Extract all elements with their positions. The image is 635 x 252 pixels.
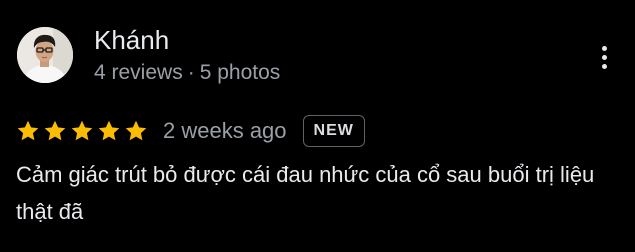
review-count: 4 reviews	[94, 61, 183, 84]
star-icon	[124, 119, 148, 143]
avatar[interactable]	[17, 27, 73, 83]
review-date: 2 weeks ago	[163, 118, 287, 143]
rating-row: 2 weeks ago NEW	[16, 114, 365, 148]
review-card: Khánh 4 reviews · 5 photos 2 weeks ago NEW…	[0, 0, 635, 252]
photo-count: 5 photos	[199, 61, 281, 84]
author-meta[interactable]: 4 reviews · 5 photos	[94, 59, 280, 87]
star-icon	[43, 119, 67, 143]
avatar-photo	[17, 27, 73, 83]
star-icon	[70, 119, 94, 143]
review-text: Cảm giác trút bỏ được cái đau nhức của c…	[16, 162, 595, 224]
meta-separator: ·	[187, 61, 195, 84]
star-icon	[97, 119, 121, 143]
author-name[interactable]: Khánh	[94, 24, 169, 56]
new-badge: NEW	[302, 115, 365, 147]
star-rating	[16, 119, 148, 143]
more-vert-icon	[601, 45, 607, 51]
more-options-button[interactable]	[590, 40, 618, 74]
star-icon	[16, 119, 40, 143]
